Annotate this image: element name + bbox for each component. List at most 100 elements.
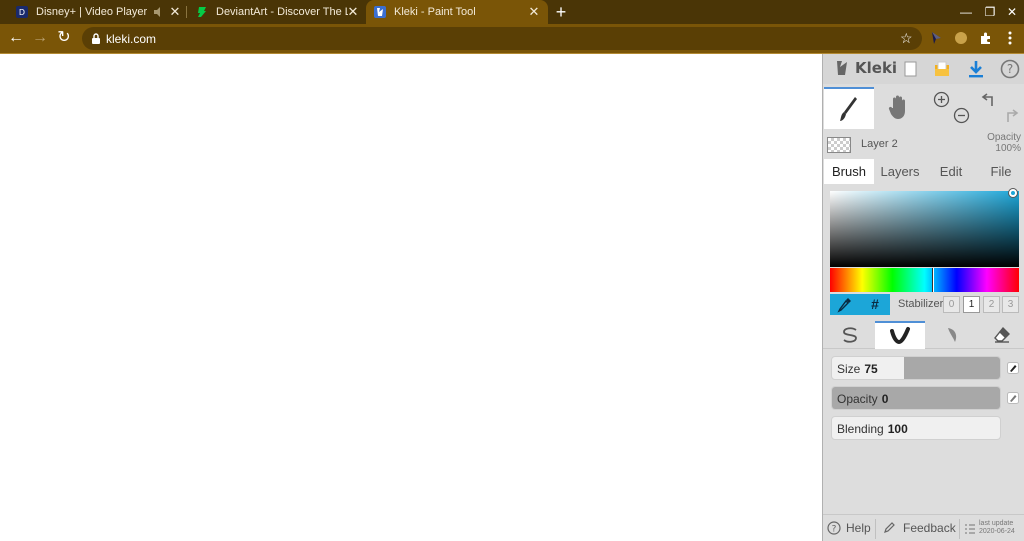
svg-text:?: ? <box>1007 62 1013 76</box>
kleki-logo-text: Kleki <box>855 59 898 77</box>
blending-value: 100 <box>887 422 908 436</box>
opacity-label: Opacity <box>837 392 878 406</box>
feedback-pencil-icon <box>884 522 895 533</box>
layer-opacity: Opacity 100% <box>987 132 1021 154</box>
size-value: 75 <box>864 362 878 376</box>
close-icon[interactable]: ✕ <box>167 4 183 20</box>
zoom-in-icon[interactable] <box>933 91 950 108</box>
bookmark-star-icon[interactable]: ☆ <box>900 30 913 47</box>
tab-brush[interactable]: Brush <box>824 159 874 184</box>
eyedropper-button[interactable] <box>830 294 860 315</box>
pen-brush-button[interactable] <box>824 321 874 349</box>
more-menu-icon[interactable] <box>1002 30 1018 46</box>
eraser-button[interactable] <box>977 321 1024 349</box>
new-image-icon[interactable] <box>899 58 921 80</box>
size-slider-fill <box>904 357 1000 379</box>
tab-title: Kleki - Paint Tool <box>394 6 476 18</box>
size-slider[interactable]: Size 75 <box>831 356 1001 380</box>
layer-name: Layer 2 <box>861 138 898 150</box>
tab-file[interactable]: File <box>977 159 1024 184</box>
svg-text:?: ? <box>832 525 837 535</box>
hex-input-button[interactable]: # <box>860 294 890 315</box>
size-pressure-toggle-icon[interactable] <box>1007 362 1019 374</box>
hue-slider[interactable] <box>830 268 1019 292</box>
footer-feedback-link[interactable]: Feedback <box>883 521 956 535</box>
brush-icon <box>840 97 857 121</box>
help-icon[interactable]: ? <box>999 58 1021 80</box>
blending-slider-label: Blending 100 <box>837 422 908 436</box>
address-bar[interactable]: kleki.com ☆ <box>82 27 922 50</box>
stabilizer-option-2[interactable]: 2 <box>983 296 1000 313</box>
close-icon[interactable]: ✕ <box>345 4 361 20</box>
footer-divider <box>959 519 960 539</box>
svg-text:D: D <box>19 8 25 17</box>
brush-tool-button[interactable] <box>824 87 874 129</box>
kleki-logo-icon <box>837 61 847 75</box>
last-update-date: 2020-06-24 <box>979 528 1015 535</box>
tab-divider <box>186 6 187 18</box>
kleki-header: Kleki ? <box>823 54 1024 84</box>
hue-slider-handle[interactable] <box>932 268 934 292</box>
eyedropper-icon <box>837 298 851 313</box>
url-text: kleki.com <box>106 32 157 46</box>
extension-circle-icon[interactable] <box>953 30 969 46</box>
close-icon[interactable]: ✕ <box>526 4 542 20</box>
color-tools-row: # Stabilizer 0 1 2 3 <box>830 294 1019 315</box>
browser-tab-disney[interactable]: D Disney+ | Video Player ✕ <box>0 0 186 24</box>
footer-divider <box>875 519 876 539</box>
restore-icon[interactable]: ❐ <box>982 4 998 20</box>
extensions-puzzle-icon[interactable] <box>978 30 994 46</box>
window-close-icon[interactable]: ✕ <box>1004 4 1020 20</box>
last-update-info[interactable]: last update 2020-06-24 <box>979 520 1015 536</box>
brush-type-row <box>823 321 1024 349</box>
browser-tab-kleki[interactable]: Kleki - Paint Tool ✕ <box>366 0 548 24</box>
drawing-canvas[interactable] <box>0 54 822 541</box>
extension-cursor-icon[interactable] <box>928 30 944 46</box>
sketchy-brush-button[interactable] <box>927 321 975 349</box>
redo-icon[interactable] <box>1001 107 1019 125</box>
changelog-list-icon[interactable] <box>964 523 976 535</box>
tab-layers[interactable]: Layers <box>875 159 925 184</box>
new-tab-button[interactable]: + <box>552 3 570 21</box>
disney-plus-icon: D <box>16 6 28 18</box>
layer-thumbnail <box>827 137 851 153</box>
size-label: Size <box>837 362 861 376</box>
opacity-pressure-toggle-icon[interactable] <box>1007 392 1019 404</box>
tab-edit[interactable]: Edit <box>927 159 975 184</box>
undo-icon[interactable] <box>981 91 999 109</box>
reload-icon[interactable]: ↻ <box>55 29 73 47</box>
sketchy-stroke-icon <box>948 328 957 342</box>
stabilizer-option-0[interactable]: 0 <box>943 296 960 313</box>
color-saturation-value-picker[interactable] <box>830 191 1019 267</box>
stabilizer-option-3[interactable]: 3 <box>1002 296 1019 313</box>
size-slider-label: Size 75 <box>837 362 878 376</box>
footer-help-link[interactable]: ? Help <box>827 521 871 535</box>
zoom-buttons <box>925 87 973 129</box>
browser-tab-deviantart[interactable]: DeviantArt - Discover The Larges ✕ <box>188 0 366 24</box>
kleki-footer: ? Help Feedback last update 2020-06-24 <box>823 514 1024 541</box>
import-folder-icon[interactable] <box>931 58 953 80</box>
layer-opacity-value: 100% <box>995 143 1021 154</box>
pen-stroke-icon <box>843 327 857 343</box>
help-circle-icon: ? <box>827 521 841 535</box>
browser-toolbar: ← → ↻ kleki.com ☆ <box>0 24 1024 53</box>
kleki-logo[interactable]: Kleki <box>833 59 897 77</box>
blending-slider[interactable]: Blending 100 <box>831 416 1001 440</box>
back-icon[interactable]: ← <box>7 29 25 47</box>
minimize-icon[interactable]: — <box>958 4 974 20</box>
hand-icon <box>888 95 905 119</box>
download-icon[interactable] <box>965 58 987 80</box>
kleki-icon <box>374 6 386 18</box>
stabilizer-option-1[interactable]: 1 <box>963 296 980 313</box>
forward-icon[interactable]: → <box>31 29 49 47</box>
stabilizer-label: Stabilizer <box>898 298 944 310</box>
muted-speaker-icon[interactable] <box>153 7 163 17</box>
current-layer-row[interactable]: Layer 2 Opacity 100% <box>823 132 1024 158</box>
zoom-out-icon[interactable] <box>953 107 970 124</box>
blend-brush-button[interactable] <box>875 321 925 349</box>
footer-feedback-label: Feedback <box>903 521 956 535</box>
opacity-slider[interactable]: Opacity 0 <box>831 386 1001 410</box>
tab-title: DeviantArt - Discover The Larges <box>216 6 348 18</box>
hand-tool-button[interactable] <box>875 87 923 129</box>
color-picker-handle[interactable] <box>1009 189 1017 197</box>
